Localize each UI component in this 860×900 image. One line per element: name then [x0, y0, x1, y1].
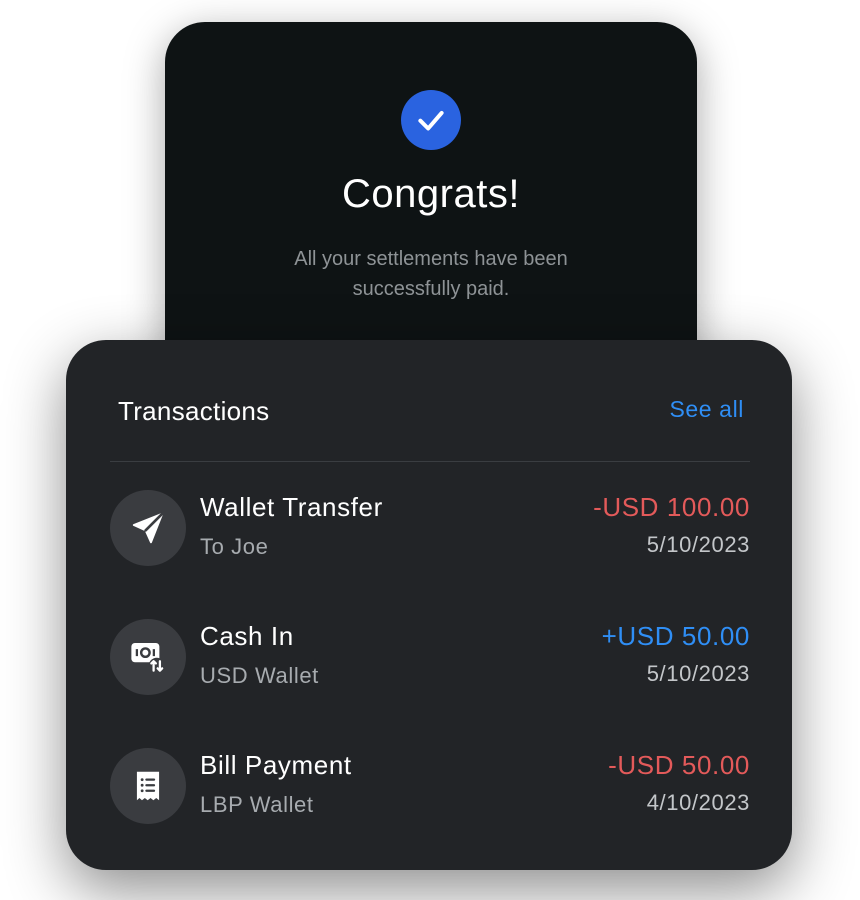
congrats-message: All your settlements have been successfu…: [294, 248, 568, 300]
success-badge: [401, 90, 461, 150]
transaction-date: 4/10/2023: [646, 790, 750, 815]
transaction-name: Wallet Transfer: [200, 492, 383, 522]
send-icon: [132, 512, 164, 544]
transaction-row-cash-in[interactable]: Cash In USD Wallet +USD 50.00 5/10/2023: [110, 619, 750, 699]
transaction-detail: To Joe: [200, 534, 269, 559]
transaction-name: Bill Payment: [200, 750, 352, 780]
transaction-detail: USD Wallet: [200, 663, 319, 688]
transactions-title: Transactions: [118, 396, 270, 426]
transaction-icon-container: [110, 748, 186, 824]
transaction-icon-container: [110, 619, 186, 695]
divider: [110, 461, 750, 462]
transaction-detail: LBP Wallet: [200, 792, 314, 817]
transaction-date: 5/10/2023: [646, 661, 750, 686]
transaction-amount: -USD 100.00: [593, 492, 750, 522]
transactions-card: Transactions See all Wallet Transfer To …: [66, 340, 792, 870]
cash-in-icon: [131, 643, 165, 674]
transaction-icon-container: [110, 490, 186, 566]
check-icon: [418, 110, 444, 131]
transaction-name: Cash In: [200, 621, 294, 651]
transaction-amount: +USD 50.00: [601, 621, 750, 651]
see-all-link[interactable]: See all: [669, 396, 744, 423]
screen: Congrats! All your settlements have been…: [0, 0, 860, 900]
transaction-amount: -USD 50.00: [608, 750, 750, 780]
congrats-card: Congrats! All your settlements have been…: [165, 22, 697, 382]
transaction-date: 5/10/2023: [646, 532, 750, 557]
congrats-title: Congrats!: [342, 172, 520, 216]
transaction-row-wallet-transfer[interactable]: Wallet Transfer To Joe -USD 100.00 5/10/…: [110, 490, 750, 570]
receipt-icon: [136, 771, 160, 801]
transaction-row-bill-payment[interactable]: Bill Payment LBP Wallet -USD 50.00 4/10/…: [110, 748, 750, 828]
